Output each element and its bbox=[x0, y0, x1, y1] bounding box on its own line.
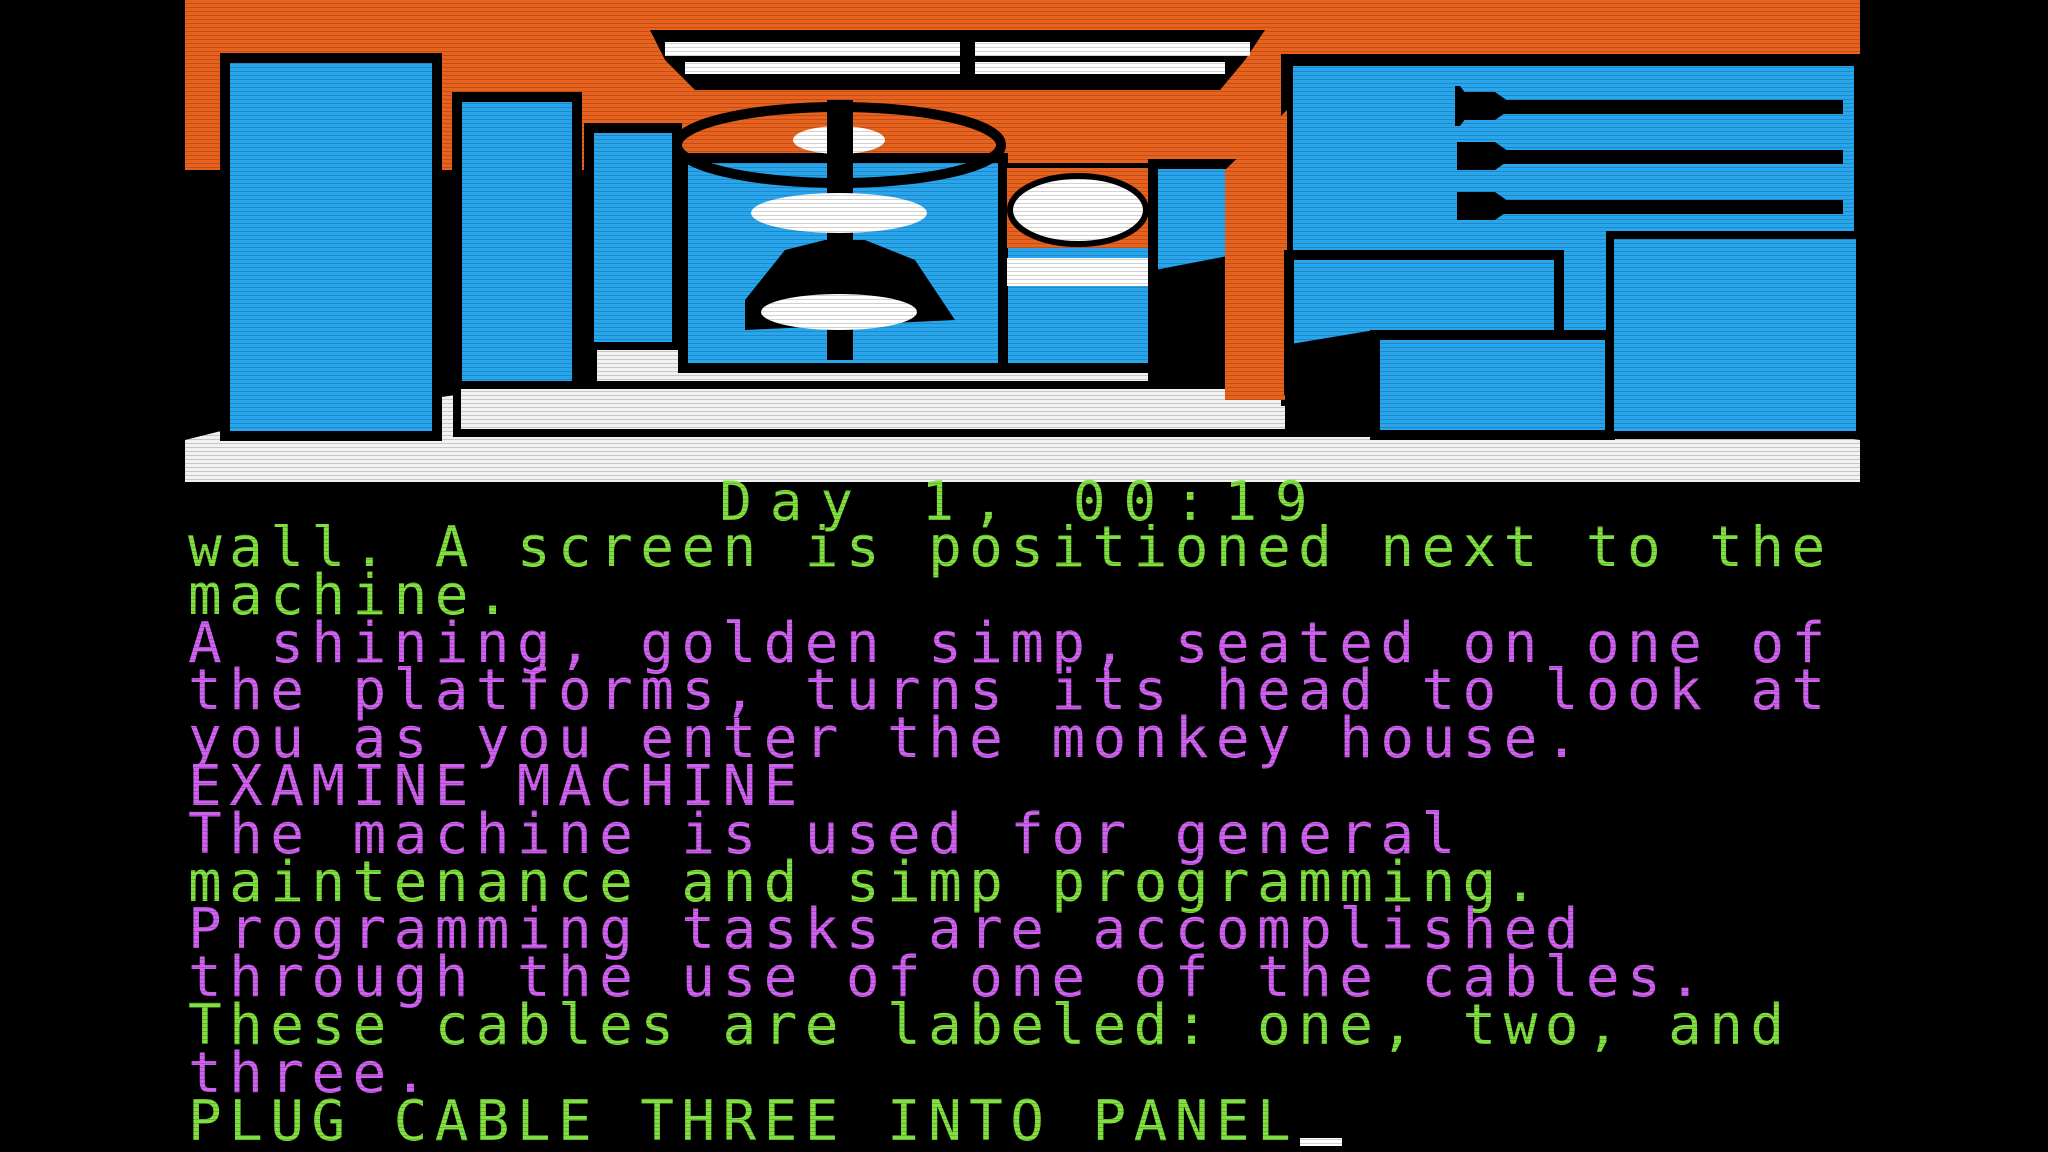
ceiling-light-icon bbox=[650, 30, 1265, 90]
command-input-line[interactable]: PLUG CABLE THREE INTO PANEL bbox=[188, 1093, 1868, 1149]
day-time-status: Day 1, 00:19 bbox=[719, 470, 1326, 533]
scene-illustration bbox=[185, 0, 1860, 482]
screen-icon bbox=[998, 163, 1158, 373]
command-input-text[interactable]: PLUG CABLE THREE INTO PANEL bbox=[188, 1089, 1298, 1152]
transcript-area: wall. A screen is positioned next to the… bbox=[188, 524, 1868, 1152]
game-screen: Day 1, 00:19 wall. A screen is positione… bbox=[0, 0, 2048, 1152]
transcript-line: These cables are labeled: one, two, and bbox=[188, 992, 1792, 1058]
text-cursor bbox=[1300, 1137, 1343, 1146]
